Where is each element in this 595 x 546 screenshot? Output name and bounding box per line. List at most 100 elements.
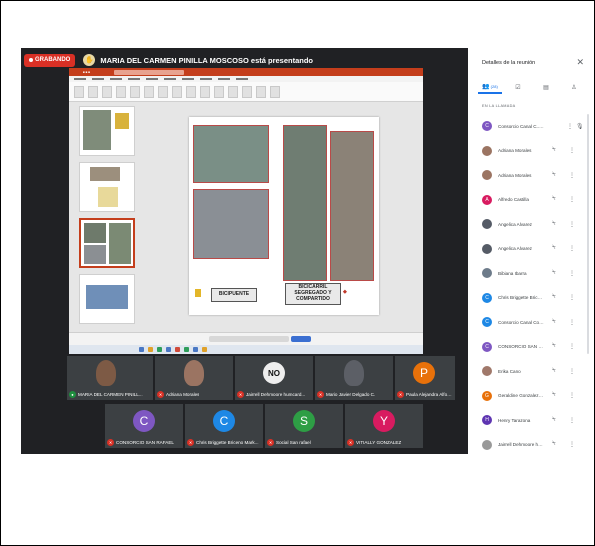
tile-name: Mario Javier Delgado C.	[326, 392, 376, 397]
participant-avatar: C	[482, 341, 492, 352]
more-vert-icon[interactable]: ⋮	[569, 441, 575, 448]
more-vert-icon[interactable]: ⋮	[569, 270, 575, 277]
participant-row[interactable]: Bibiana Ibarra ⍀ ⋮	[468, 261, 586, 286]
bogota-logo-icon	[195, 289, 201, 297]
more-vert-icon[interactable]: ⋮	[569, 368, 575, 375]
close-icon[interactable]: ✕	[576, 57, 584, 68]
participant-avatar	[482, 366, 492, 377]
tile-name: MARIA DEL CARMEN PINILL...	[78, 392, 143, 397]
mic-off-icon: ✕	[347, 439, 354, 446]
participant-tile[interactable]: ✕ Adriana Morales	[155, 356, 233, 400]
participant-tile[interactable]: S ✕ Social San rafael	[265, 404, 343, 448]
windows-taskbar	[69, 345, 423, 354]
participant-tile[interactable]: ✕ Mario Javier Delgado C.	[315, 356, 393, 400]
taskbar-app-icon	[139, 347, 144, 352]
tile-name: VITIALLY GONZALEZ	[356, 440, 402, 445]
participant-row[interactable]: Angelica Alvarez ⍀ ⋮	[468, 237, 586, 262]
taskbar-app-icon	[193, 347, 198, 352]
participant-tile[interactable]: Y ✕ VITIALLY GONZALEZ	[345, 404, 423, 448]
more-vert-icon[interactable]: ⋮	[569, 172, 575, 179]
participant-name: Bibiana Ibarra	[498, 270, 527, 276]
participant-row[interactable]: C Chris Briggette Bricenc... ⍀ ⋮	[468, 286, 586, 311]
more-vert-icon[interactable]: ⋮	[569, 294, 575, 301]
participant-tiles: ● MARIA DEL CARMEN PINILL... ✕ Adriana Mor…	[67, 354, 457, 454]
slide-thumb[interactable]	[79, 162, 135, 212]
more-vert-icon[interactable]: ⋮	[569, 417, 575, 424]
taskbar-app-icon	[157, 347, 162, 352]
participant-row[interactable]: H Henry Tarazona ⍀ ⋮	[468, 408, 586, 433]
participant-tile[interactable]: NO ✕ Jairrell Dehmoore humcard...	[235, 356, 313, 400]
mic-off-icon: ⍀	[552, 196, 556, 203]
more-vert-icon[interactable]: ⋮	[569, 147, 575, 154]
tab-chat[interactable]: ▤	[534, 80, 558, 94]
participant-name: Henry Tarazona	[498, 417, 531, 423]
mic-off-icon: ⍀	[552, 147, 556, 154]
participant-avatar: Y	[373, 410, 395, 432]
page-frame: GRABANDO ✋ MARIA DEL CARMEN PINILLA MOSC…	[0, 0, 595, 546]
participant-row[interactable]: Angelica Alvarez ⍀ ⋮	[468, 212, 586, 237]
participant-avatar	[482, 219, 492, 230]
mic-off-icon: ⍀	[552, 220, 556, 227]
pp-ribbon	[69, 82, 423, 102]
participant-name: Erika Cano	[498, 368, 521, 374]
participant-row[interactable]: Erika Cano ⍀ ⋮	[468, 359, 586, 384]
mic-off-icon: ⍀	[552, 416, 556, 423]
more-vert-icon[interactable]: ⋮	[569, 245, 575, 252]
participant-avatar: C	[213, 410, 235, 432]
participant-tile[interactable]: P ✕Paula Alejandra Alfonso Mart...	[395, 356, 455, 400]
participant-row[interactable]: Jairrell Dehmoore hu... ⍀ ⋮	[468, 433, 586, 455]
chat-icon: ▤	[543, 84, 549, 91]
slide-thumb[interactable]	[79, 106, 135, 156]
mic-off-icon: ⍀	[552, 441, 556, 448]
taskbar-app-icon	[148, 347, 153, 352]
recording-badge[interactable]: GRABANDO	[24, 53, 76, 67]
clipboard-icon: ☑	[515, 84, 521, 91]
participant-row[interactable]: Adriana Morales ⍀ ⋮	[468, 139, 586, 164]
mic-off-icon: ⍀	[552, 294, 556, 301]
panel-scrollbar[interactable]	[587, 114, 589, 354]
more-vert-icon[interactable]: ⋮	[567, 123, 573, 130]
mic-off-icon: ⍀	[552, 269, 556, 276]
slide-photo	[193, 189, 269, 259]
tab-host-controls[interactable]: ♙	[562, 80, 586, 94]
notes-button	[291, 336, 311, 342]
people-count: (28)	[490, 83, 498, 89]
tile-name: Chris Briggette Briceno Mark...	[196, 440, 259, 445]
more-vert-icon[interactable]: ⋮	[569, 392, 575, 399]
tab-activities[interactable]: ☑	[506, 80, 530, 94]
participant-avatar	[482, 268, 492, 279]
participant-row[interactable]: C Consorcio Canal C... (Tú) ⋮🎙	[468, 114, 586, 139]
participant-avatar	[482, 243, 492, 254]
panel-title: Detalles de la reunión	[482, 60, 536, 66]
participant-tile[interactable]: ● MARIA DEL CARMEN PINILL...	[67, 356, 153, 400]
more-vert-icon[interactable]: ⋮	[569, 343, 575, 350]
participant-row[interactable]: C CONSORCIO SAN RAF... ⍀ ⋮	[468, 335, 586, 360]
participant-tile[interactable]: C ✕ Chris Briggette Briceno Mark...	[185, 404, 263, 448]
section-label: EN LA LLAMADA	[482, 104, 516, 108]
participant-row[interactable]: G Geraldine Gonzalez Oli... ⍀ ⋮	[468, 384, 586, 409]
slide-label-bicipuente: BICIPUENTE	[211, 288, 257, 302]
mic-off-icon: ⍀	[552, 392, 556, 399]
participant-row[interactable]: A Alfredo Castilla ⍀ ⋮	[468, 188, 586, 213]
tab-people[interactable]: 👥 (28)	[478, 80, 502, 94]
mic-off-icon: ✕	[267, 439, 274, 446]
participant-name: Chris Briggette Bricenc...	[498, 295, 544, 301]
participant-row[interactable]: Adriana Morales ⍀ ⋮	[468, 163, 586, 188]
tile-name: Jairrell Dehmoore humcard...	[246, 392, 306, 397]
participant-row[interactable]: C Consorcio Canal Contu... ⍀ ⋮	[468, 310, 586, 335]
participant-tile[interactable]: C ✕ CONSORCIO SAN RAFAEL	[105, 404, 183, 448]
mic-off-icon: ⍀	[552, 367, 556, 374]
participant-avatar: C	[482, 317, 492, 328]
more-vert-icon[interactable]: ⋮	[569, 221, 575, 228]
mic-off-icon: ✕	[237, 391, 244, 398]
more-vert-icon[interactable]: ⋮	[569, 196, 575, 203]
presenter-avatar-icon: ✋	[83, 54, 96, 66]
slide-thumb[interactable]	[79, 274, 135, 324]
recording-label: GRABANDO	[35, 57, 71, 63]
pp-search-box	[114, 69, 185, 75]
slide-thumb-selected[interactable]	[79, 218, 135, 268]
more-vert-icon[interactable]: ⋮	[569, 319, 575, 326]
mic-off-icon: ⍀	[552, 318, 556, 325]
mic-off-icon: ✕	[157, 391, 164, 398]
taskbar-app-icon	[166, 347, 171, 352]
